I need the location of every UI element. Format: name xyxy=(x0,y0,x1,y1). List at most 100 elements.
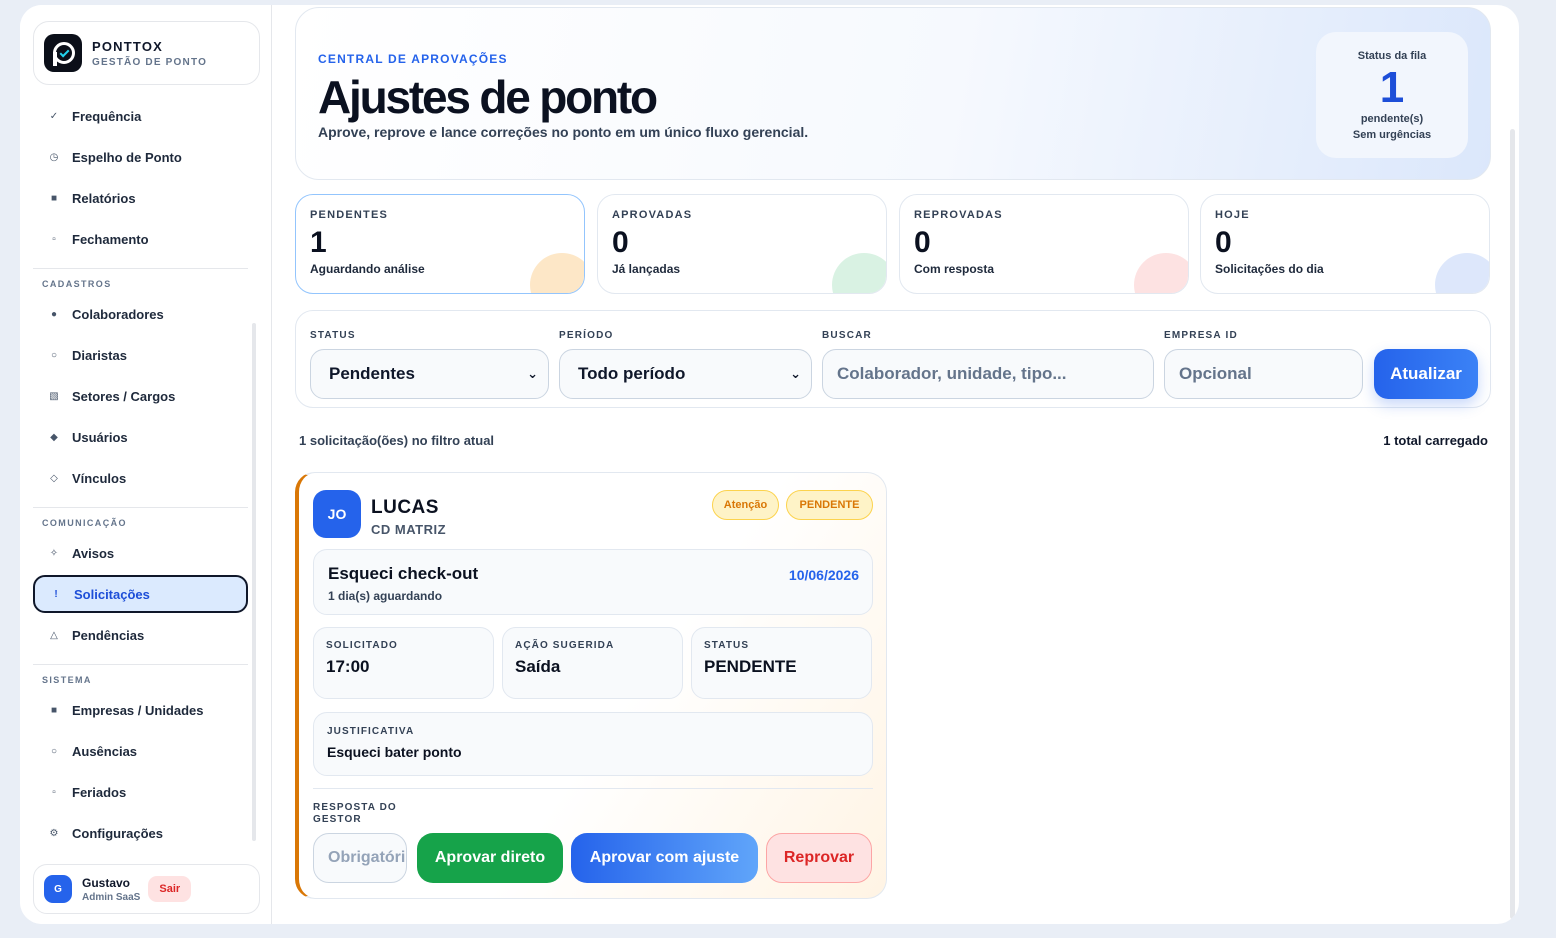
square-outline-icon: ▫ xyxy=(52,233,56,245)
nav-item-solicitacoes[interactable]: ! Solicitações xyxy=(33,575,248,613)
reject-button[interactable]: Reprovar xyxy=(766,833,872,883)
circle-icon: ○ xyxy=(50,745,58,757)
diamond-icon: ◆ xyxy=(50,431,58,443)
company-id-input[interactable]: Opcional xyxy=(1164,349,1363,399)
nav-item-frequencia[interactable]: ✓ Frequência xyxy=(33,97,248,135)
building-icon: ■ xyxy=(50,704,58,716)
filters-bar: STATUS Pendentes ⌄ PERÍODO Todo período … xyxy=(295,310,1491,408)
page-title: Ajustes de ponto xyxy=(318,71,658,123)
results-total: 1 total carregado xyxy=(1383,433,1488,448)
search-filter-label: BUSCAR xyxy=(822,330,872,341)
chevron-down-icon: ⌄ xyxy=(790,366,801,381)
queue-status-box: Status da fila 1 pendente(s) Sem urgênci… xyxy=(1316,32,1468,158)
circle-icon: ○ xyxy=(50,349,58,361)
avatar: JO xyxy=(313,490,361,538)
nav-section-comunicacao: COMUNICAÇÃO xyxy=(42,518,127,528)
logout-button[interactable]: Sair xyxy=(148,876,192,902)
nav-item-usuarios[interactable]: ◆ Usuários xyxy=(33,418,248,456)
kpi-value: 0 xyxy=(914,226,931,259)
calendar-icon: ▫ xyxy=(52,786,56,798)
queue-note: Sem urgências xyxy=(1352,129,1432,141)
exclamation-icon: ! xyxy=(54,588,58,600)
queue-unit: pendente(s) xyxy=(1360,113,1424,125)
people-icon: ● xyxy=(50,308,58,320)
main-scrollbar[interactable] xyxy=(1510,129,1515,919)
nav-item-relatorios[interactable]: ■ Relatórios xyxy=(33,179,248,217)
page-eyebrow: CENTRAL DE APROVAÇÕES xyxy=(318,52,508,66)
sparkle-icon: ✧ xyxy=(49,547,59,559)
queue-status-label: Status da fila xyxy=(1357,50,1427,62)
user-name: Gustavo xyxy=(82,875,131,890)
nav-item-diaristas[interactable]: ○ Diaristas xyxy=(33,336,248,374)
kpi-reprovadas[interactable]: REPROVADAS 0 Com resposta xyxy=(899,194,1189,294)
attention-badge: Atenção xyxy=(712,490,779,520)
request-waiting: 1 dia(s) aguardando xyxy=(328,589,443,603)
queue-count: 1 xyxy=(1379,63,1405,112)
square-icon: ■ xyxy=(50,192,58,204)
nav-item-vinculos[interactable]: ◇ Vínculos xyxy=(33,459,248,497)
company-filter-label: EMPRESA ID xyxy=(1164,330,1238,341)
request-date: 10/06/2026 xyxy=(788,567,859,583)
request-card: JO LUCAS CD MATRIZ Atenção PENDENTE Esqu… xyxy=(295,472,887,899)
page-header: CENTRAL DE APROVAÇÕES Ajustes de ponto A… xyxy=(295,7,1491,180)
kpi-label: REPROVADAS xyxy=(914,209,1003,221)
nav-item-espelho-de-ponto[interactable]: ◷ Espelho de Ponto xyxy=(33,138,248,176)
user-role: Admin SaaS xyxy=(82,891,141,903)
nav-item-feriados[interactable]: ▫ Feriados xyxy=(33,773,248,811)
nav-item-colaboradores[interactable]: ● Colaboradores xyxy=(33,295,248,333)
request-status-cell: STATUS PENDENTE xyxy=(691,627,872,699)
kpi-pendentes[interactable]: PENDENTES 1 Aguardando análise xyxy=(295,194,585,294)
brand-name: PONTTOX xyxy=(92,38,164,54)
kpi-value: 0 xyxy=(612,226,629,259)
nav-item-fechamento[interactable]: ▫ Fechamento xyxy=(33,220,248,258)
search-input[interactable]: Colaborador, unidade, tipo... xyxy=(822,349,1154,399)
status-badge: PENDENTE xyxy=(786,490,873,520)
app-frame: PONTTOX GESTÃO DE PONTO ✓ Frequência ◷ Esp… xyxy=(20,5,1519,924)
nav-divider xyxy=(33,268,248,269)
user-card: G Gustavo Admin SaaS Sair xyxy=(33,864,260,914)
period-filter-label: PERÍODO xyxy=(559,330,614,341)
request-title: Esqueci check-out xyxy=(328,564,479,583)
employee-unit: CD MATRIZ xyxy=(371,522,447,537)
nav-item-setores-cargos[interactable]: ▧ Setores / Cargos xyxy=(33,377,248,415)
nav-section-cadastros: CADASTROS xyxy=(42,279,112,289)
kpi-label: APROVADAS xyxy=(612,209,693,221)
manager-response-input[interactable]: Obrigatório xyxy=(313,833,407,883)
refresh-button[interactable]: Atualizar xyxy=(1374,349,1478,399)
nav-item-ausencias[interactable]: ○ Ausências xyxy=(33,732,248,770)
requested-time-cell: SOLICITADO 17:00 xyxy=(313,627,494,699)
check-icon: ✓ xyxy=(49,110,59,122)
nav-item-configuracoes[interactable]: ⚙ Configurações xyxy=(33,814,248,852)
kpi-label: PENDENTES xyxy=(310,209,389,221)
suggested-action-cell: AÇÃO SUGERIDA Saída xyxy=(502,627,683,699)
justification-box: JUSTIFICATIVA Esqueci bater ponto xyxy=(313,712,873,776)
kpi-aprovadas[interactable]: APROVADAS 0 Já lançadas xyxy=(597,194,887,294)
nav-divider xyxy=(33,507,248,508)
card-divider xyxy=(313,788,873,789)
approve-with-adjust-button[interactable]: Aprovar com ajuste xyxy=(571,833,758,883)
sidebar: PONTTOX GESTÃO DE PONTO ✓ Frequência ◷ Esp… xyxy=(20,5,272,924)
page-subtitle: Aprove, reprove e lance correções no pon… xyxy=(318,124,809,140)
link-icon: ◇ xyxy=(50,472,58,484)
nav-item-avisos[interactable]: ✧ Avisos xyxy=(33,534,248,572)
kpi-hoje[interactable]: HOJE 0 Solicitações do dia xyxy=(1200,194,1490,294)
sidebar-scrollbar[interactable] xyxy=(252,323,256,841)
kpi-value: 0 xyxy=(1215,226,1232,259)
results-count: 1 solicitação(ões) no filtro atual xyxy=(299,433,495,448)
brand[interactable]: PONTTOX GESTÃO DE PONTO xyxy=(33,21,260,85)
period-select[interactable]: Todo período ⌄ xyxy=(559,349,812,399)
clock-icon: ◷ xyxy=(49,151,59,163)
status-select[interactable]: Pendentes ⌄ xyxy=(310,349,549,399)
nav-divider xyxy=(33,664,248,665)
nav-item-pendencias[interactable]: △ Pendências xyxy=(33,616,248,654)
approve-direct-button[interactable]: Aprovar direto xyxy=(417,833,563,883)
kpi-label: HOJE xyxy=(1215,209,1250,221)
nav-section-sistema: SISTEMA xyxy=(42,675,92,685)
triangle-icon: △ xyxy=(50,629,58,641)
request-summary: Esqueci check-out 1 dia(s) aguardando 10… xyxy=(313,549,873,615)
brand-subtitle: GESTÃO DE PONTO xyxy=(92,56,208,68)
grid-icon: ▧ xyxy=(49,390,59,402)
nav-item-empresas-unidades[interactable]: ■ Empresas / Unidades xyxy=(33,691,248,729)
employee-name: LUCAS xyxy=(371,497,439,518)
status-filter-label: STATUS xyxy=(310,330,356,341)
